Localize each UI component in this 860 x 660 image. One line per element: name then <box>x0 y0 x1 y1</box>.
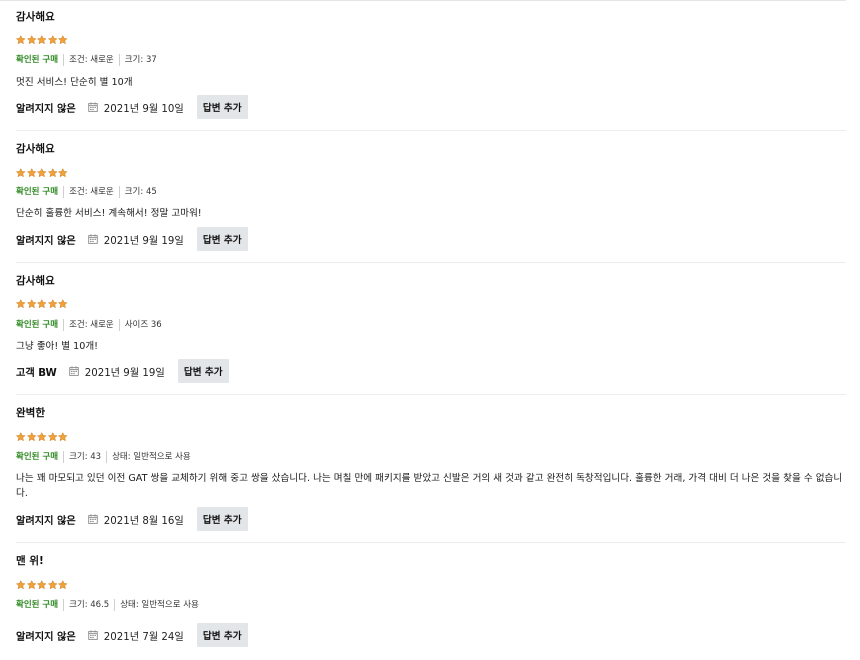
star-icon <box>26 580 36 590</box>
calendar-icon <box>88 630 98 640</box>
review-body: 멋진 서비스! 단순히 별 10개 <box>16 77 133 88</box>
meta-separator <box>118 319 120 331</box>
review-footer: 알려지지 않은 2021년 7월 24일 답변 추가 <box>16 623 248 647</box>
meta-separator <box>63 599 65 611</box>
star-rating <box>16 580 68 590</box>
star-icon <box>58 168 68 178</box>
review-date: 2021년 7월 24일 <box>103 631 184 643</box>
review-date: 2021년 9월 10일 <box>103 103 184 115</box>
calendar-icon <box>88 234 98 244</box>
review-author: 알려지지 않은 <box>16 235 76 247</box>
star-icon <box>58 432 68 442</box>
condition-attribute: 조건: 새로운 <box>69 55 114 65</box>
condition-attribute: 상태: 일반적으로 사용 <box>120 600 199 610</box>
review-meta: 확인된 구매 조건: 새로운 크기: 45 <box>16 186 157 198</box>
size-attribute: 사이즈 36 <box>124 320 162 330</box>
star-icon <box>37 35 47 45</box>
verified-purchase-label: 확인된 구매 <box>16 187 59 197</box>
condition-attribute: 조건: 새로운 <box>69 320 114 330</box>
star-icon <box>16 35 26 45</box>
star-icon <box>58 580 68 590</box>
review-title: 맨 위! <box>16 555 44 567</box>
review-body: 그냥 좋아! 별 10개! <box>16 341 99 352</box>
review-author: 알려지지 않은 <box>16 515 76 527</box>
review-title: 감사해요 <box>16 275 55 287</box>
review-footer: 알려지지 않은 2021년 8월 16일 답변 추가 <box>16 507 248 531</box>
star-icon <box>16 580 26 590</box>
condition-attribute: 조건: 새로운 <box>69 187 114 197</box>
star-rating <box>16 168 68 178</box>
star-icon <box>16 432 26 442</box>
review-meta: 확인된 구매 조건: 새로운 크기: 37 <box>16 54 157 66</box>
calendar-icon <box>88 102 98 112</box>
meta-separator <box>63 186 65 198</box>
review-footer: 알려지지 않은 2021년 9월 10일 답변 추가 <box>16 95 248 119</box>
review-item: 감사해요 확인된 구매 조건: 새로운 크기: 37 멋진 서비스! 단순히 별… <box>16 1 846 131</box>
star-icon <box>58 35 68 45</box>
review-date: 2021년 8월 16일 <box>103 515 184 527</box>
add-reply-button[interactable]: 답변 추가 <box>196 507 248 531</box>
star-icon <box>47 580 57 590</box>
star-icon <box>47 168 57 178</box>
star-icon <box>26 35 36 45</box>
star-rating <box>16 35 68 45</box>
star-icon <box>26 168 36 178</box>
review-body: 단순히 훌륭한 서비스! 계속해서! 정말 고마워! <box>16 208 202 219</box>
meta-separator <box>63 319 65 331</box>
review-author: 고객 BW <box>16 367 57 379</box>
verified-purchase-label: 확인된 구매 <box>16 320 59 330</box>
review-title: 감사해요 <box>16 11 55 23</box>
verified-purchase-label: 확인된 구매 <box>16 55 59 65</box>
verified-purchase-label: 확인된 구매 <box>16 452 59 462</box>
add-reply-button[interactable]: 답변 추가 <box>196 623 248 647</box>
review-item: 완벽한 확인된 구매 크기: 43 상태: 일반적으로 사용 나는 꽤 마모되고… <box>16 395 846 543</box>
review-item: 감사해요 확인된 구매 조건: 새로운 사이즈 36 그냥 좋아! 별 10개!… <box>16 263 846 395</box>
review-meta: 확인된 구매 크기: 46.5 상태: 일반적으로 사용 <box>16 599 199 611</box>
review-footer: 고객 BW 2021년 9월 19일 답변 추가 <box>16 359 229 383</box>
calendar-icon <box>68 366 79 376</box>
review-body: 나는 꽤 마모되고 있던 이전 GAT 쌍을 교체하기 위해 중고 쌍을 샀습니… <box>16 473 843 499</box>
star-rating <box>16 299 68 309</box>
review-meta: 확인된 구매 조건: 새로운 사이즈 36 <box>16 319 162 331</box>
star-icon <box>16 299 26 309</box>
star-icon <box>26 299 36 309</box>
review-title: 감사해요 <box>16 143 55 155</box>
meta-separator <box>114 599 116 611</box>
calendar-icon <box>88 514 98 524</box>
star-icon <box>16 168 26 178</box>
star-icon <box>37 580 47 590</box>
meta-separator <box>63 54 65 66</box>
meta-separator <box>63 451 65 463</box>
meta-separator <box>118 186 120 198</box>
star-icon <box>58 299 68 309</box>
star-rating <box>16 432 68 442</box>
size-attribute: 크기: 46.5 <box>69 600 110 610</box>
review-footer: 알려지지 않은 2021년 9월 19일 답변 추가 <box>16 227 248 251</box>
review-author: 알려지지 않은 <box>16 631 76 643</box>
star-icon <box>47 432 57 442</box>
star-icon <box>47 299 57 309</box>
condition-attribute: 상태: 일반적으로 사용 <box>112 452 191 462</box>
size-attribute: 크기: 37 <box>124 55 157 65</box>
review-meta: 확인된 구매 크기: 43 상태: 일반적으로 사용 <box>16 451 191 463</box>
review-item: 감사해요 확인된 구매 조건: 새로운 크기: 45 단순히 훌륭한 서비스! … <box>16 131 846 263</box>
verified-purchase-label: 확인된 구매 <box>16 600 59 610</box>
star-icon <box>26 432 36 442</box>
review-title: 완벽한 <box>16 407 45 419</box>
add-reply-button[interactable]: 답변 추가 <box>196 227 248 251</box>
add-reply-button[interactable]: 답변 추가 <box>196 95 248 119</box>
review-author: 알려지지 않은 <box>16 103 76 115</box>
review-date: 2021년 9월 19일 <box>103 235 184 247</box>
star-icon <box>37 299 47 309</box>
star-icon <box>37 168 47 178</box>
star-icon <box>37 432 47 442</box>
meta-separator <box>118 54 120 66</box>
review-item: 맨 위! 확인된 구매 크기: 46.5 상태: 일반적으로 사용 알려지지 않… <box>16 543 846 660</box>
review-date: 2021년 9월 19일 <box>84 367 165 379</box>
star-icon <box>47 35 57 45</box>
meta-separator <box>106 451 108 463</box>
add-reply-button[interactable]: 답변 추가 <box>177 359 229 383</box>
size-attribute: 크기: 45 <box>124 187 157 197</box>
size-attribute: 크기: 43 <box>69 452 102 462</box>
